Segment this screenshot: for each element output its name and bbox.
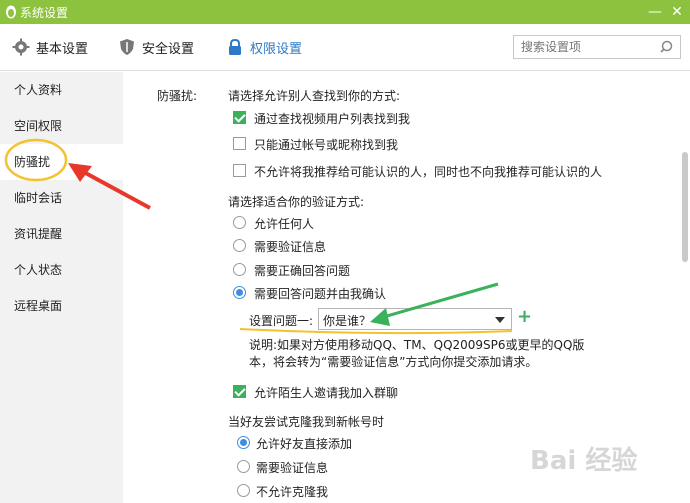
group-invite-checkbox[interactable] xyxy=(233,385,246,398)
find-option-account-only-checkbox[interactable] xyxy=(233,137,246,150)
watermark: Bai 经验 xyxy=(530,446,638,476)
verify-answer-confirm-radio[interactable] xyxy=(233,286,246,299)
close-button[interactable]: ✕ xyxy=(667,2,687,22)
shield-icon xyxy=(120,39,134,55)
verify-option-label: 需要回答问题并由我确认 xyxy=(254,287,387,301)
sidebar-item-personal-status[interactable]: 个人状态 xyxy=(0,252,123,288)
tab-basic-settings[interactable]: 基本设置 xyxy=(12,36,88,58)
settings-sidebar: 个人资料 空间权限 防骚扰 临时会话 资讯提醒 个人状态 远程桌面 xyxy=(0,72,123,503)
sidebar-item-temp-session[interactable]: 临时会话 xyxy=(0,180,123,216)
note-text-line2: 本，将会转为“需要验证信息”方式向你提交添加请求。 xyxy=(249,355,538,369)
find-option-label: 只能通过帐号或昵称找到我 xyxy=(254,138,399,152)
question-label: 设置问题一: xyxy=(249,314,314,328)
note-text-line1: 说明:如果对方使用移动QQ、TM、QQ2009SP6或更早的QQ版 xyxy=(249,338,585,352)
add-question-plus-icon[interactable]: + xyxy=(517,308,533,326)
chevron-down-icon xyxy=(495,317,505,323)
settings-search[interactable] xyxy=(513,35,681,59)
sidebar-item-space-permission[interactable]: 空间权限 xyxy=(0,108,123,144)
tab-label: 安全设置 xyxy=(142,41,195,57)
find-option-label: 不允许将我推荐给可能认识的人，同时也不向我推荐可能认识的人 xyxy=(254,165,603,179)
sidebar-item-news-alerts[interactable]: 资讯提醒 xyxy=(0,216,123,252)
find-option-no-recommend-checkbox[interactable] xyxy=(233,164,246,177)
verify-answer-radio[interactable] xyxy=(233,263,246,276)
tab-permission-settings[interactable]: 权限设置 xyxy=(226,36,302,58)
settings-content xyxy=(123,72,690,503)
find-option-label: 通过查找视频用户列表找到我 xyxy=(254,112,411,126)
verify-option-label: 需要正确回答问题 xyxy=(254,264,351,278)
verify-option-label: 允许任何人 xyxy=(254,217,315,231)
gear-icon xyxy=(12,38,30,56)
find-heading: 请选择允许别人查找到你的方式: xyxy=(228,89,401,103)
lock-icon xyxy=(229,38,241,55)
sidebar-item-anti-harassment[interactable]: 防骚扰 xyxy=(0,144,123,180)
clone-deny-radio[interactable] xyxy=(237,484,250,497)
clone-verify-radio[interactable] xyxy=(237,460,250,473)
section-label: 防骚扰: xyxy=(157,89,198,103)
find-option-video-list-checkbox[interactable] xyxy=(233,111,246,124)
search-input[interactable] xyxy=(514,36,654,58)
window-title: 系统设置 xyxy=(20,6,69,20)
sidebar-item-remote-desktop[interactable]: 远程桌面 xyxy=(0,288,123,324)
group-invite-label: 允许陌生人邀请我加入群聊 xyxy=(254,386,399,400)
settings-toolbar: 基本设置 安全设置 权限设置 xyxy=(0,24,690,71)
tab-label: 权限设置 xyxy=(250,41,303,57)
tab-security-settings[interactable]: 安全设置 xyxy=(118,36,194,58)
content-scrollbar[interactable] xyxy=(681,72,690,503)
verify-heading: 请选择适合你的验证方式: xyxy=(228,195,365,209)
verify-anyone-radio[interactable] xyxy=(233,216,246,229)
verify-option-label: 需要验证信息 xyxy=(254,240,327,254)
search-icon[interactable] xyxy=(660,39,676,55)
qq-penguin-icon xyxy=(6,5,16,19)
clone-allow-radio[interactable] xyxy=(237,436,250,449)
clone-heading: 当好友尝试克隆我到新帐号时 xyxy=(228,415,385,429)
clone-option-label: 需要验证信息 xyxy=(256,461,329,475)
clone-option-label: 不允许克隆我 xyxy=(256,485,329,499)
title-bar: 系统设置 — ✕ xyxy=(0,0,690,24)
sidebar-item-profile[interactable]: 个人资料 xyxy=(0,72,123,108)
tab-label: 基本设置 xyxy=(36,41,89,57)
verify-message-radio[interactable] xyxy=(233,239,246,252)
question-value: 你是谁？ xyxy=(323,314,372,328)
minimize-button[interactable]: — xyxy=(645,2,665,22)
scrollbar-thumb[interactable] xyxy=(682,152,688,262)
question-select[interactable]: 你是谁？ xyxy=(318,308,512,330)
clone-option-label: 允许好友直接添加 xyxy=(256,437,353,451)
